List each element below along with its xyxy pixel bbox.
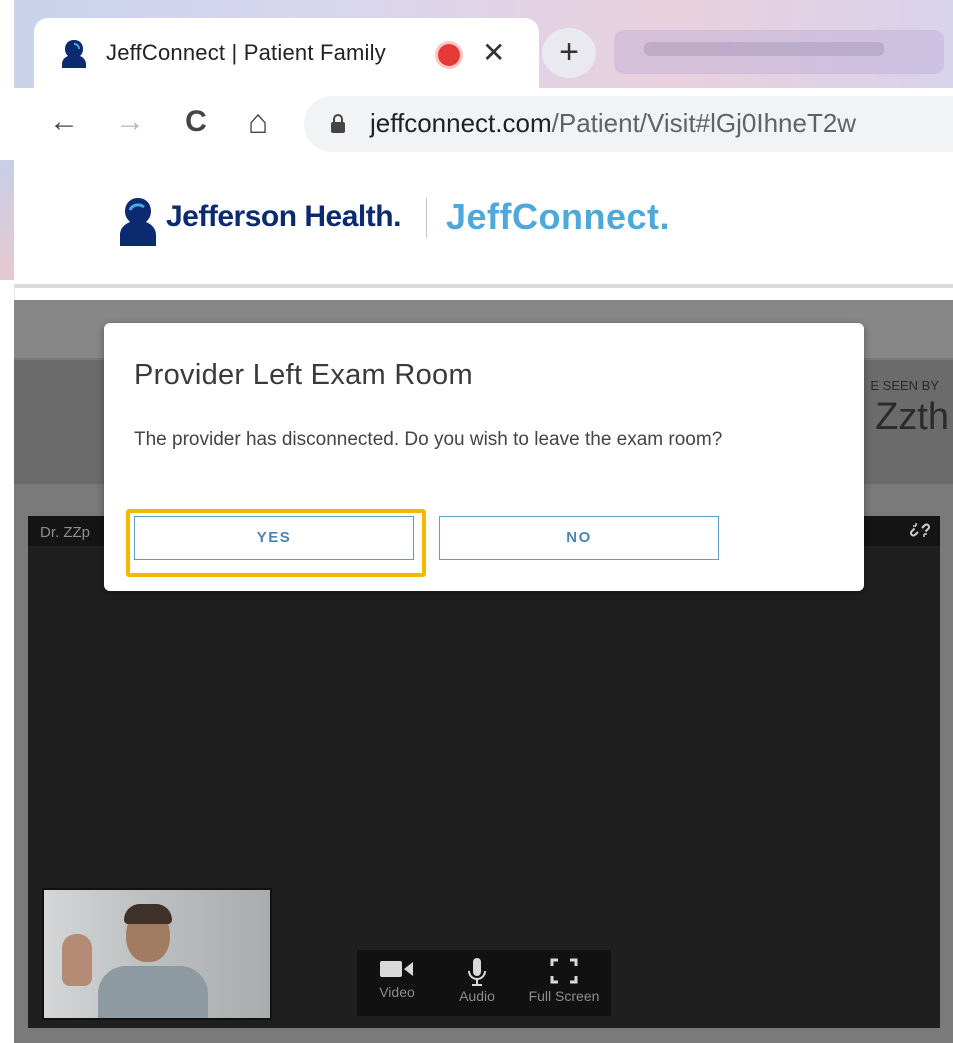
tab-favicon-icon xyxy=(62,40,86,68)
dialog-message: The provider has disconnected. Do you wi… xyxy=(134,429,723,450)
address-bar[interactable]: jeffconnect.com/Patient/Visit#lGj0IhneT2… xyxy=(304,96,953,152)
video-label: Video xyxy=(379,984,415,1000)
brand-divider xyxy=(426,198,427,238)
url-host: jeffconnect.com xyxy=(370,108,552,138)
browser-toolbar: ← → C ⌂ jeffconnect.com/Patient/Visit#lG… xyxy=(14,88,953,163)
fullscreen-button[interactable]: Full Screen xyxy=(524,958,604,1004)
browser-tab-active[interactable]: JeffConnect | Patient Family ✕ xyxy=(34,18,539,88)
self-view-hair xyxy=(124,904,172,924)
video-participant-name: Dr. ZZp xyxy=(40,524,91,541)
home-icon[interactable]: ⌂ xyxy=(236,100,280,144)
self-view-video xyxy=(42,888,272,1020)
close-icon[interactable]: ✕ xyxy=(482,36,505,69)
brand-jefferson-health: Jefferson Health. xyxy=(166,200,401,233)
fullscreen-icon xyxy=(550,958,578,984)
video-button[interactable]: Video xyxy=(357,958,437,1000)
reload-icon[interactable]: C xyxy=(174,100,218,144)
site-header: Jefferson Health. JeffConnect. xyxy=(14,162,953,288)
self-view-body xyxy=(98,966,208,1018)
lock-icon xyxy=(331,114,345,133)
background-window-sliver xyxy=(0,160,14,280)
provider-video: Dr. ZZp Video Audio Full Screen xyxy=(28,516,940,1028)
forward-arrow-icon[interactable]: → xyxy=(108,100,152,144)
seen-by-label: E SEEN BY xyxy=(870,378,939,393)
tab-strip: JeffConnect | Patient Family ✕ + xyxy=(14,0,953,88)
provider-left-dialog: Provider Left Exam Room The provider has… xyxy=(104,323,864,591)
record-icon xyxy=(438,44,460,66)
dialog-title: Provider Left Exam Room xyxy=(134,359,473,391)
audio-label: Audio xyxy=(459,988,495,1004)
back-arrow-icon[interactable]: ← xyxy=(42,100,86,144)
microphone-icon xyxy=(468,958,486,986)
audio-button[interactable]: Audio xyxy=(437,958,517,1004)
browser-tab-blurred[interactable] xyxy=(614,30,944,74)
yes-button[interactable]: YES xyxy=(134,516,414,560)
call-controls: Video Audio Full Screen xyxy=(357,950,611,1016)
no-button[interactable]: NO xyxy=(439,516,719,560)
fullscreen-label: Full Screen xyxy=(528,988,600,1004)
url-text: jeffconnect.com/Patient/Visit#lGj0IhneT2… xyxy=(370,108,856,139)
self-view-hand xyxy=(62,934,92,986)
jefferson-logo-icon xyxy=(120,198,156,246)
window-left-edge xyxy=(0,0,15,1043)
broken-link-icon[interactable] xyxy=(910,520,930,540)
video-camera-icon xyxy=(380,961,413,977)
provider-name: Zzth xyxy=(875,396,949,438)
tab-title: JeffConnect | Patient Family xyxy=(106,40,386,65)
url-path: /Patient/Visit#lGj0IhneT2w xyxy=(551,108,857,138)
brand-jeffconnect: JeffConnect. xyxy=(446,196,671,237)
new-tab-button[interactable]: + xyxy=(542,28,596,78)
blurred-tab-title xyxy=(644,42,884,56)
